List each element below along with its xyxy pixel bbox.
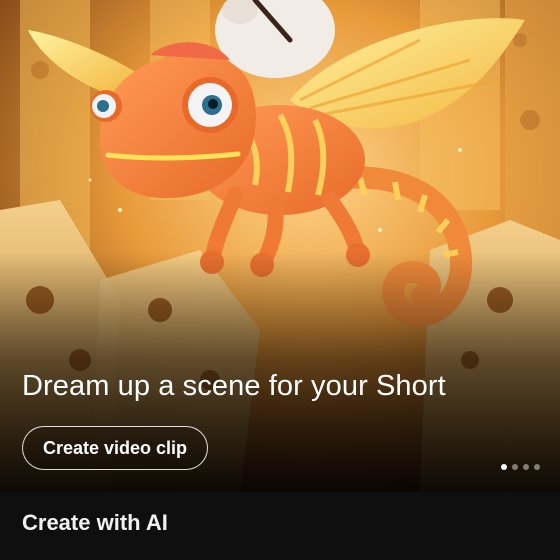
carousel-indicator (501, 464, 540, 470)
carousel-dot[interactable] (512, 464, 518, 470)
create-video-clip-button[interactable]: Create video clip (22, 426, 209, 470)
section-title: Create with AI (22, 510, 168, 535)
create-with-ai-screen: Dream up a scene for your Short Create v… (0, 0, 560, 560)
hero-headline: Dream up a scene for your Short (22, 370, 446, 402)
carousel-dot[interactable] (523, 464, 529, 470)
carousel-dot-active[interactable] (501, 464, 507, 470)
chameleon-illustration (0, 0, 560, 492)
carousel-dot[interactable] (534, 464, 540, 470)
hero-banner[interactable]: Dream up a scene for your Short Create v… (0, 0, 560, 492)
